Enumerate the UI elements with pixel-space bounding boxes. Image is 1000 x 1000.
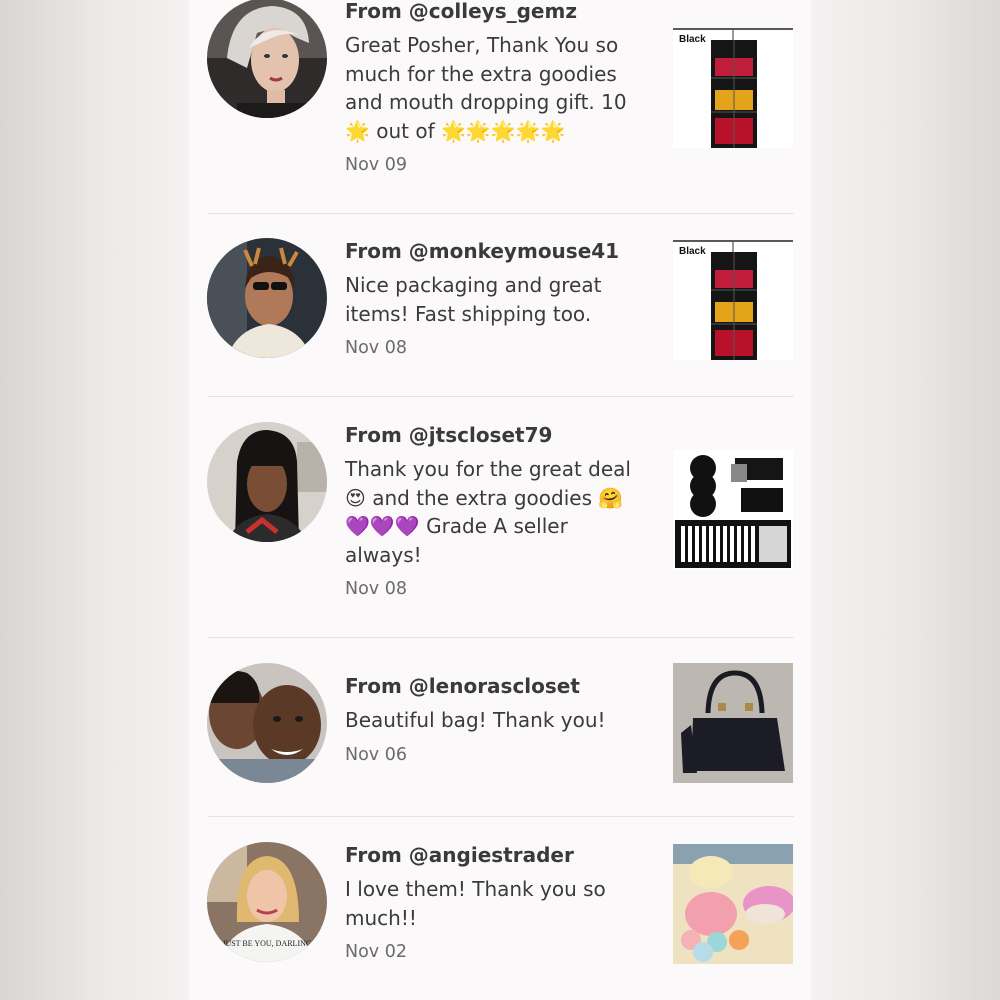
thumb-label: Black (679, 246, 706, 257)
divider (208, 816, 794, 817)
review-date: Nov 09 (345, 155, 407, 175)
review-date: Nov 08 (345, 579, 407, 599)
review-message: Great Posher, Thank You so much for the … (345, 33, 627, 143)
reviewer-username[interactable]: From @colleys_gemz (345, 0, 645, 23)
divider (208, 396, 794, 397)
listing-thumbnail[interactable]: Black (673, 240, 793, 360)
reviewer-username[interactable]: From @monkeymouse41 (345, 239, 645, 263)
divider (208, 213, 794, 214)
review-date: Nov 06 (345, 744, 407, 765)
listing-thumbnail[interactable] (673, 663, 793, 783)
reviewer-avatar[interactable] (207, 422, 327, 542)
reviewer-avatar[interactable] (207, 0, 327, 118)
reviewer-username[interactable]: From @jtscloset79 (345, 423, 645, 447)
reviewer-avatar[interactable] (207, 663, 327, 783)
shirt-print: JUST BE YOU, DARLING (222, 939, 312, 948)
listing-thumbnail[interactable] (673, 844, 793, 964)
thumb-label: Black (679, 34, 706, 45)
review-message: I love them! Thank you so much!! (345, 877, 606, 930)
review-message: Beautiful bag! Thank you! (345, 708, 606, 732)
reviewer-username[interactable]: From @angiestrader (345, 843, 645, 867)
reviewer-username[interactable]: From @lenorascloset (345, 674, 645, 698)
review-date: Nov 02 (345, 942, 407, 962)
review-message: Nice packaging and great items! Fast shi… (345, 273, 602, 326)
listing-thumbnail[interactable]: Black (673, 28, 793, 148)
review-message: Thank you for the great deal 😍 and the e… (345, 457, 631, 567)
review-date: Nov 08 (345, 338, 407, 358)
reviewer-avatar[interactable]: JUST BE YOU, DARLING (207, 842, 327, 962)
reviewer-avatar[interactable] (207, 238, 327, 358)
listing-thumbnail[interactable] (673, 450, 793, 570)
review-feed: From @colleys_gemz Great Posher, Thank Y… (189, 0, 811, 1000)
divider (208, 637, 794, 638)
